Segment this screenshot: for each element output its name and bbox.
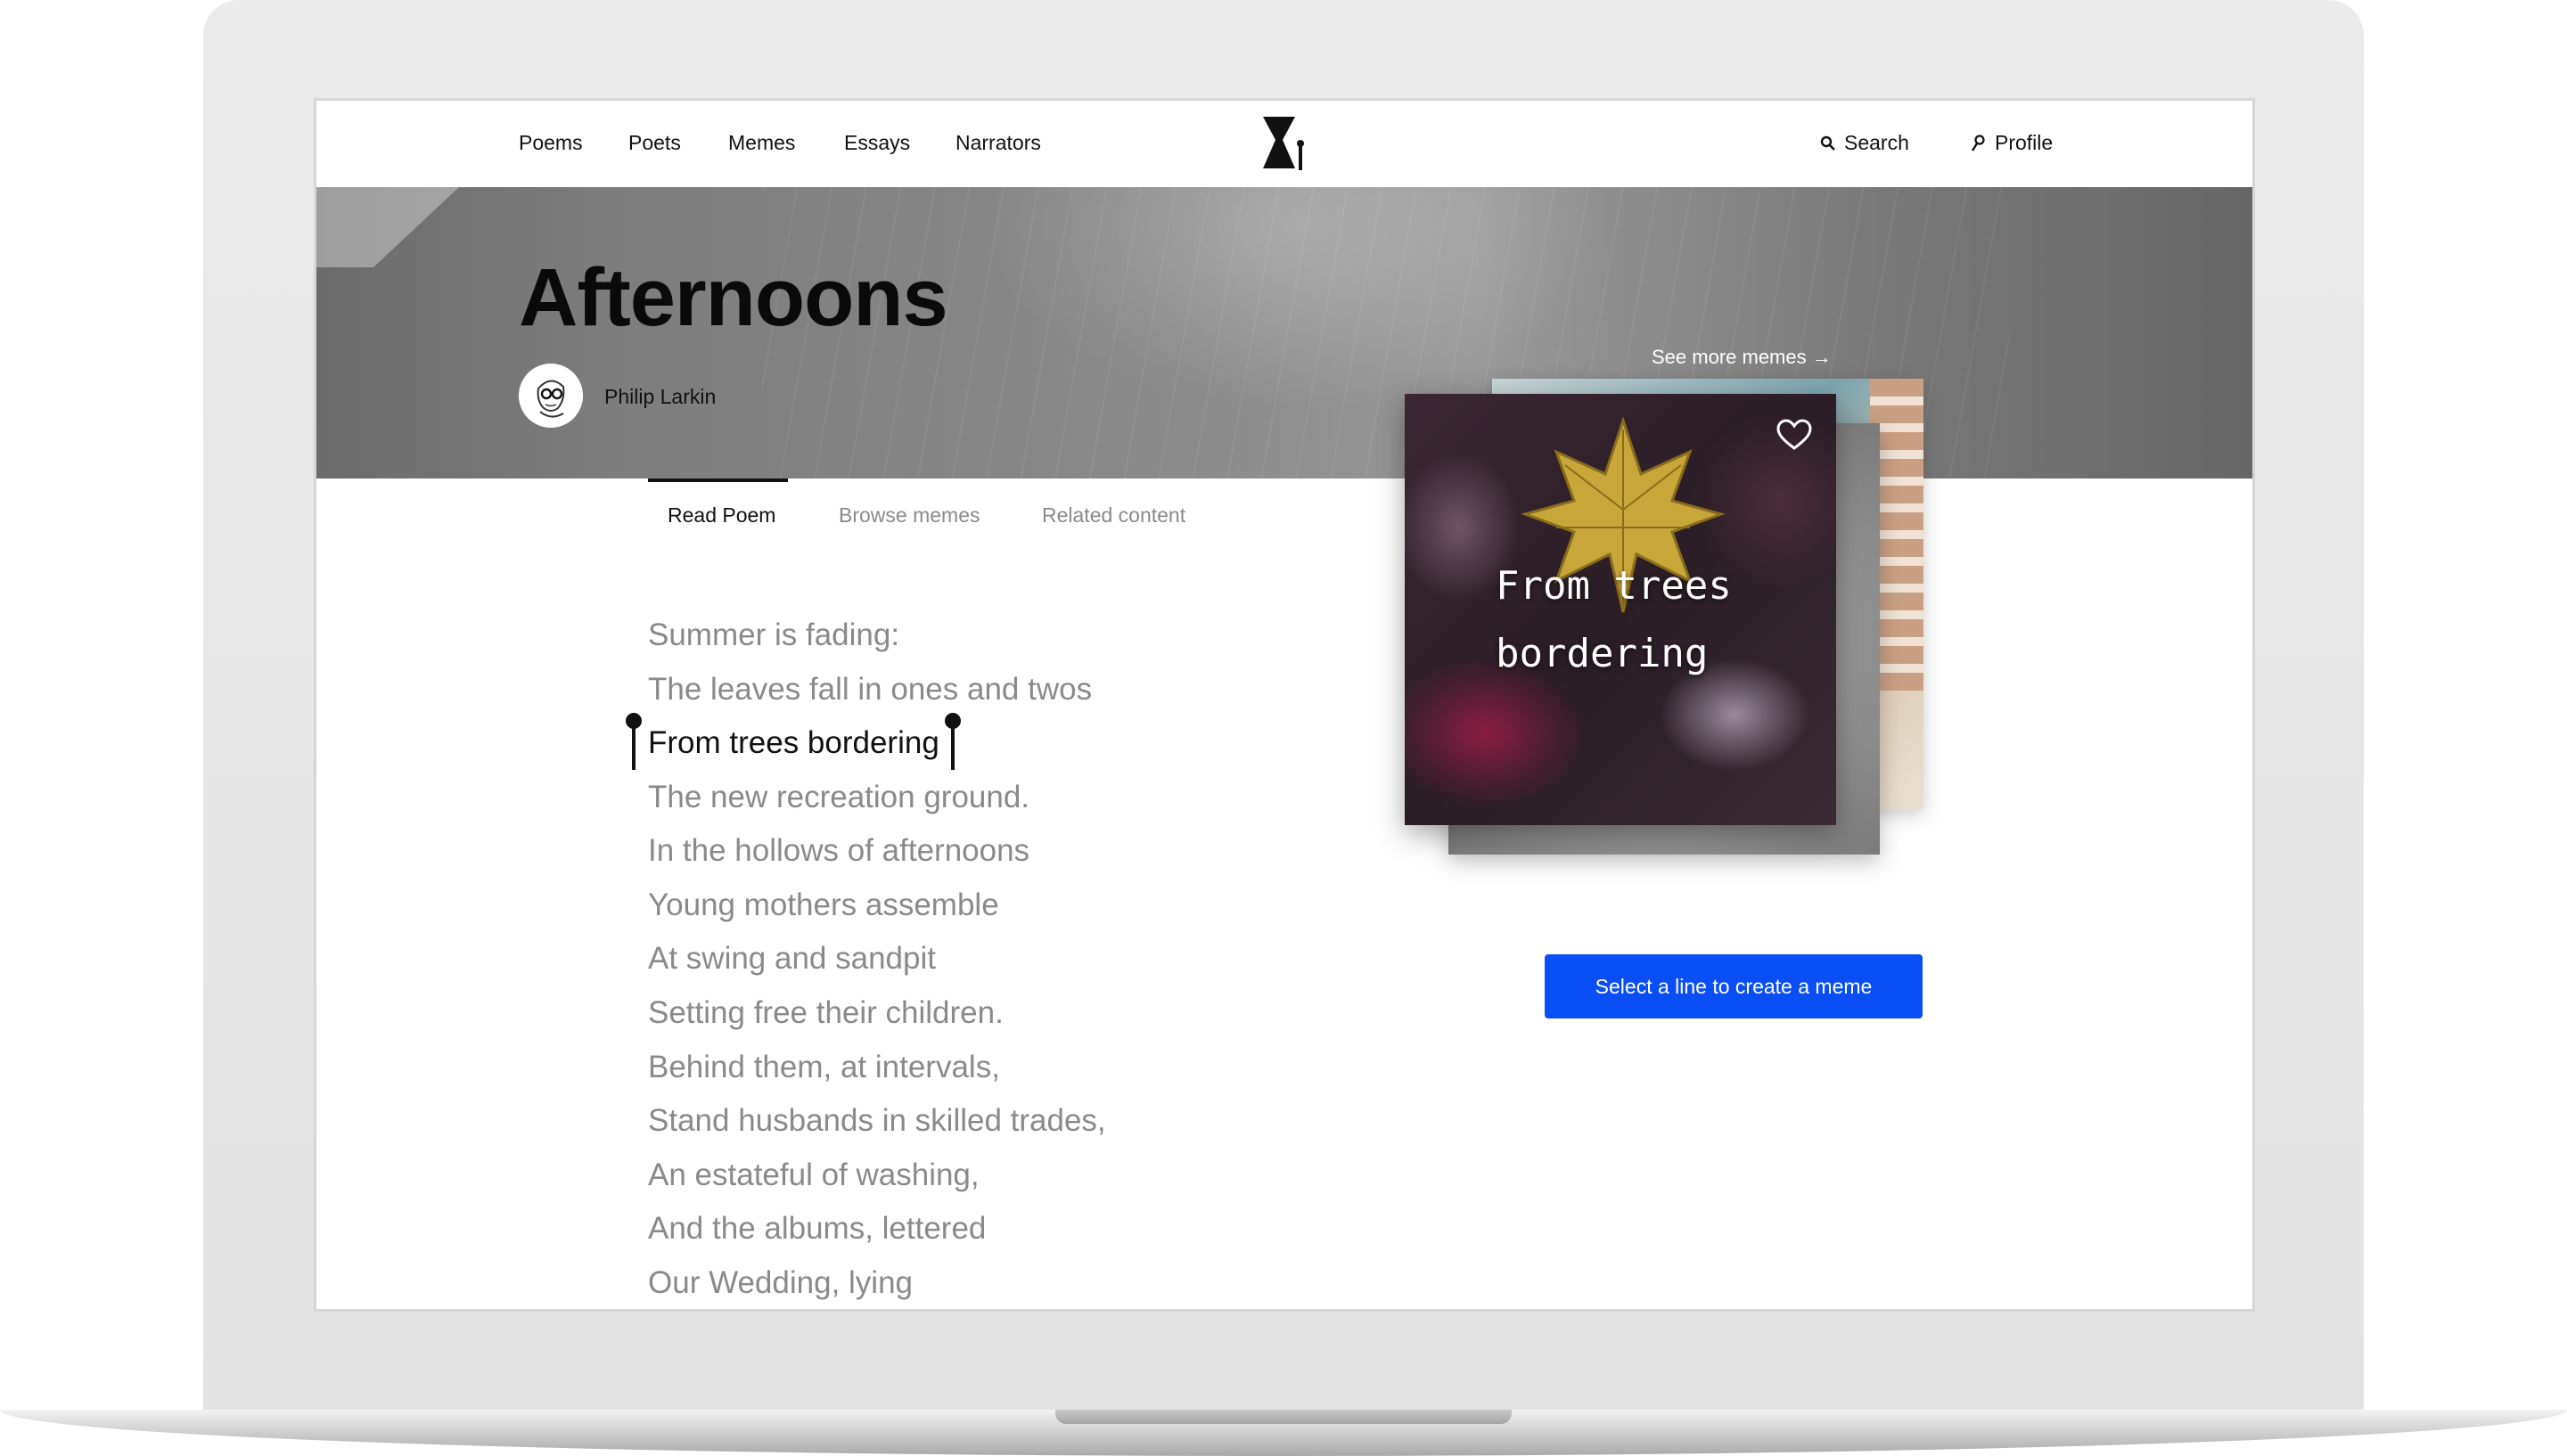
poem-line[interactable]: Summer is fading: <box>648 618 899 653</box>
nav-narrators[interactable]: Narrators <box>955 131 1041 155</box>
author-avatar[interactable] <box>519 364 583 428</box>
search-label: Search <box>1844 131 1909 154</box>
nav-essays[interactable]: Essays <box>844 131 910 155</box>
poem-line[interactable]: Our Wedding, lying <box>648 1265 913 1301</box>
profile-icon <box>1971 134 1985 151</box>
page-title: Afternoons <box>519 252 948 343</box>
top-nav: Poems Poets Memes Essays Narrators Searc… <box>316 101 2252 187</box>
poem-line[interactable]: Stand husbands in skilled trades, <box>648 1103 1106 1139</box>
selection-start-handle[interactable] <box>626 713 642 770</box>
hero-background-wall <box>316 187 459 267</box>
poem-line[interactable]: The leaves fall in ones and twos <box>648 672 1092 708</box>
tab-browse-memes[interactable]: Browse memes <box>839 503 980 528</box>
poem-line[interactable]: An estateful of washing, <box>648 1157 980 1193</box>
create-meme-button[interactable]: Select a line to create a meme <box>1545 954 1923 1018</box>
poem-line[interactable]: Behind them, at intervals, <box>648 1050 1000 1085</box>
poem-line[interactable]: Setting free their children. <box>648 995 1004 1031</box>
nav-poems[interactable]: Poems <box>519 131 583 155</box>
nav-memes[interactable]: Memes <box>728 131 795 155</box>
profile-link[interactable]: Profile <box>1971 131 2053 155</box>
poem-line-selected[interactable]: From trees bordering <box>648 725 939 761</box>
nav-poets[interactable]: Poets <box>628 131 681 155</box>
tab-related-content[interactable]: Related content <box>1042 503 1185 528</box>
poem-line[interactable]: In the hollows of afternoons <box>648 833 1029 869</box>
heart-icon[interactable] <box>1776 419 1812 451</box>
meme-card-front[interactable]: From trees bordering <box>1405 394 1836 825</box>
laptop-notch <box>1055 1410 1512 1424</box>
poem-line[interactable]: The new recreation ground. <box>648 780 1029 815</box>
author-portrait-icon <box>519 364 583 428</box>
search-link[interactable]: Search <box>1820 131 1909 155</box>
browser-screen: Poems Poets Memes Essays Narrators Searc… <box>314 98 2255 1312</box>
tab-read-poem[interactable]: Read Poem <box>668 503 775 528</box>
search-icon <box>1820 135 1835 151</box>
profile-label: Profile <box>1995 131 2054 154</box>
author-name[interactable]: Philip Larkin <box>604 385 716 409</box>
selection-end-handle[interactable] <box>945 713 961 770</box>
active-tab-indicator <box>648 479 788 482</box>
meme-caption-line-1: From trees <box>1496 563 1732 609</box>
poem-line[interactable]: Young mothers assemble <box>648 888 999 923</box>
hero-banner: Afternoons Philip Larkin See more memes … <box>316 187 2252 479</box>
meme-caption-line-2: bordering <box>1496 631 1709 676</box>
meme-caption: From trees bordering <box>1496 552 1781 688</box>
hourglass-logo-icon[interactable] <box>1261 117 1306 170</box>
poem-line[interactable]: And the albums, lettered <box>648 1211 986 1247</box>
poem-line[interactable]: At swing and sandpit <box>648 941 936 977</box>
see-more-memes-link[interactable]: See more memes → <box>1652 346 1832 369</box>
